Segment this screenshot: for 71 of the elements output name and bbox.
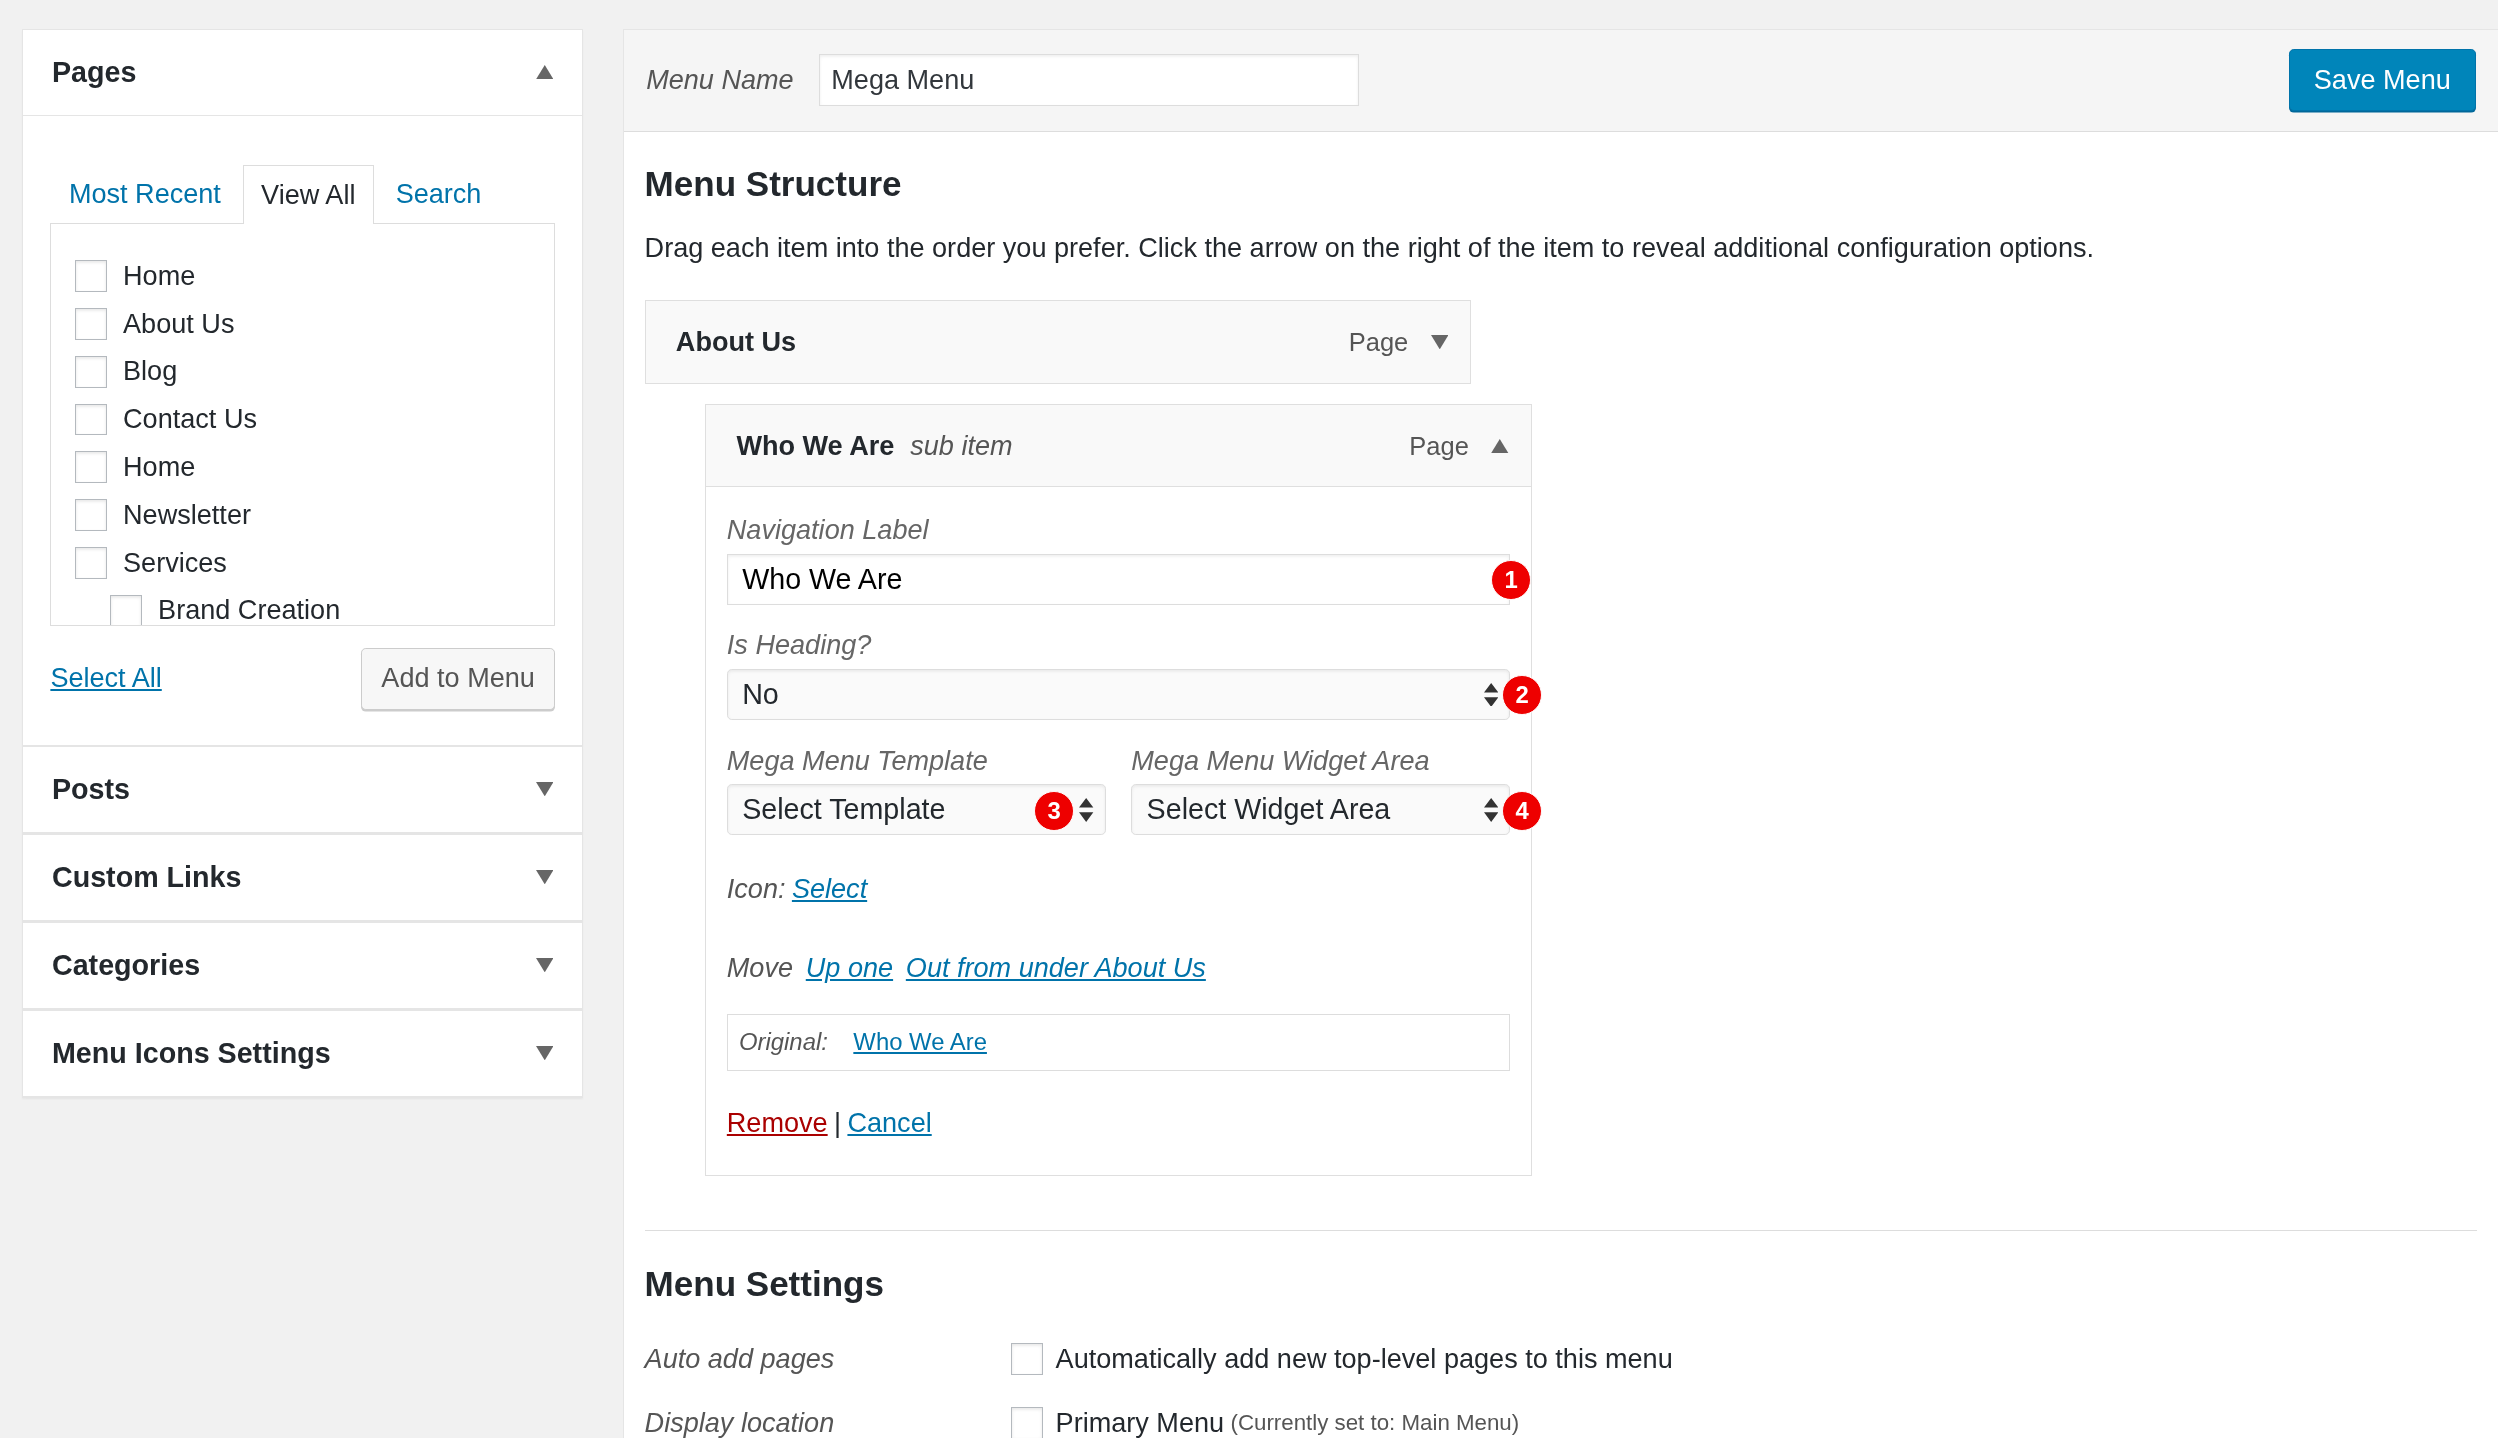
section-title[interactable]: Custom Links [51,855,242,899]
item-type: Page [1348,326,1409,358]
item-type: Page [1409,430,1469,462]
number-marker: 4 [1502,790,1543,831]
page-label: About Us [123,306,235,341]
setting-option: Automatically add new top-level pages to this menu [1055,1338,1673,1380]
page-label: Home [123,449,196,484]
checkbox[interactable] [75,355,108,388]
checkbox[interactable] [75,308,108,340]
section-title[interactable]: Pages [51,50,137,94]
checkbox[interactable] [75,546,108,579]
checkbox[interactable] [75,260,108,293]
field-label: Is Heading? [726,628,873,663]
page-label: Newsletter [123,497,251,532]
item-subtitle: sub item [910,428,1013,463]
menu-name-field[interactable]: Mega Menu [819,54,1360,107]
select-icon-link[interactable]: Select [791,872,868,904]
expand-arrow-icon[interactable] [1430,334,1449,350]
dropdown-arrows-icon [1483,798,1499,822]
separator: | [834,1106,842,1138]
expand-arrow-icon[interactable] [535,782,554,797]
section-heading: Menu Settings [644,1263,885,1306]
description-text: Drag each item into the order you prefer. Click the arrow on the right of the item to reveal additional configuration options. [644,230,2096,265]
move-link[interactable]: Up one [805,951,894,983]
section-title[interactable]: Posts [51,767,130,811]
setting-note: (Currently set to: Main Menu) [1230,1409,1520,1438]
original-label: Original: [738,1028,828,1056]
checkbox[interactable] [110,594,143,625]
setting-label: Auto add pages [644,1341,836,1376]
cancel-link[interactable]: Cancel [847,1106,932,1138]
menu-name-label: Menu Name [646,62,794,97]
page-label: Contact Us [123,402,257,437]
setting-option: Primary Menu [1055,1402,1225,1438]
checkbox[interactable] [75,403,108,436]
page-label: Home [123,258,196,293]
menu-item-title: About Us [675,324,797,359]
select-all-link[interactable]: Select All [50,658,162,700]
select-field[interactable]: No [726,669,1511,720]
menu-item-title: Who We Are [736,428,895,463]
tab[interactable]: Search [377,165,500,223]
remove-link[interactable]: Remove [726,1106,828,1138]
page-label: Blog [123,354,178,389]
collapse-arrow-icon[interactable] [535,65,554,80]
expand-arrow-icon[interactable] [535,1046,554,1061]
number-marker: 2 [1502,675,1543,716]
add-to-menu-button[interactable]: Add to Menu [361,647,555,710]
tab[interactable]: Most Recent [50,165,240,223]
section-title[interactable]: Categories [51,943,201,987]
original-link[interactable]: Who We Are [853,1028,987,1056]
checkbox[interactable] [75,499,108,531]
expand-arrow-icon[interactable] [535,870,554,885]
tab[interactable]: View All [242,165,374,225]
field-label: Mega Menu Template [726,743,989,778]
move-label: Move [726,951,794,983]
page-label: Brand Creation [158,593,341,625]
page-label: Services [123,545,227,580]
icon-label: Icon: [726,872,786,904]
setting-label: Display location [644,1405,836,1438]
dropdown-arrows-icon [1483,682,1499,707]
field-label: Mega Menu Widget Area [1131,743,1431,778]
dropdown-arrows-icon [1079,798,1094,822]
select-field[interactable]: Select Widget Area [1131,784,1511,836]
save-menu-button[interactable]: Save Menu [2288,49,2476,111]
checkbox[interactable] [1011,1407,1043,1438]
field-label: Navigation Label [726,512,930,547]
section-heading: Menu Structure [644,163,903,206]
checkbox[interactable] [1011,1343,1043,1376]
expand-arrow-icon[interactable] [535,958,554,973]
move-link[interactable]: Out from under About Us [905,951,1206,983]
checkbox[interactable] [75,451,108,484]
collapse-arrow-icon[interactable] [1491,438,1509,453]
